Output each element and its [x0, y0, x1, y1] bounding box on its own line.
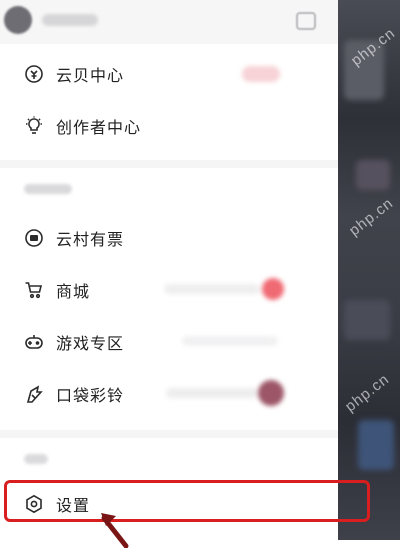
dimmed-app-background[interactable]: [338, 0, 400, 540]
menu-item-yunbei-center[interactable]: 云贝中心: [0, 50, 338, 98]
section-divider: [0, 160, 338, 168]
menu-item-pocket-ringtone[interactable]: 口袋彩铃: [0, 370, 338, 418]
settings-hexagon-icon: [24, 494, 44, 514]
menu-item-game-zone[interactable]: 游戏专区: [0, 318, 338, 366]
scan-icon[interactable]: [296, 12, 316, 30]
menu-item-label: 创作者中心: [56, 118, 142, 137]
menu-item-yuncun-tickets[interactable]: 云村有票: [0, 214, 338, 262]
cart-icon: [24, 280, 44, 300]
gamepad-icon: [24, 332, 44, 352]
ringtone-badge-blurred: [258, 380, 284, 406]
pointer-arrow-icon: [101, 513, 129, 548]
menu-item-label: 云村有票: [56, 230, 125, 249]
section-title-other: [24, 454, 48, 464]
section-divider: [0, 430, 338, 438]
lightbulb-icon: [24, 116, 44, 136]
ringtone-icon: [24, 384, 44, 404]
yunbei-badge-blurred: [242, 66, 280, 82]
menu-item-mall[interactable]: 商城: [0, 266, 338, 314]
avatar[interactable]: [4, 6, 32, 34]
username-blurred[interactable]: [42, 14, 98, 26]
coin-icon: [24, 64, 44, 84]
menu-item-label: 游戏专区: [56, 334, 125, 353]
mall-badge-blurred: [262, 278, 284, 300]
side-drawer: 云贝中心 创作者中心 云村有票 商城 游戏专区 口袋彩铃 设置: [0, 0, 338, 540]
menu-item-label: 口袋彩铃: [56, 386, 125, 405]
menu-item-label: 商城: [56, 282, 91, 301]
ticket-icon: [24, 228, 44, 248]
menu-item-settings[interactable]: 设置: [0, 480, 338, 528]
section-title-music-services: [24, 184, 72, 194]
drawer-header[interactable]: [0, 0, 338, 44]
menu-item-creator-center[interactable]: 创作者中心: [0, 102, 338, 150]
menu-item-label: 云贝中心: [56, 66, 125, 85]
mall-promo-blurred: [164, 284, 260, 294]
game-promo-blurred: [182, 336, 278, 346]
menu-item-label: 设置: [56, 496, 91, 515]
ringtone-promo-blurred: [166, 388, 258, 398]
